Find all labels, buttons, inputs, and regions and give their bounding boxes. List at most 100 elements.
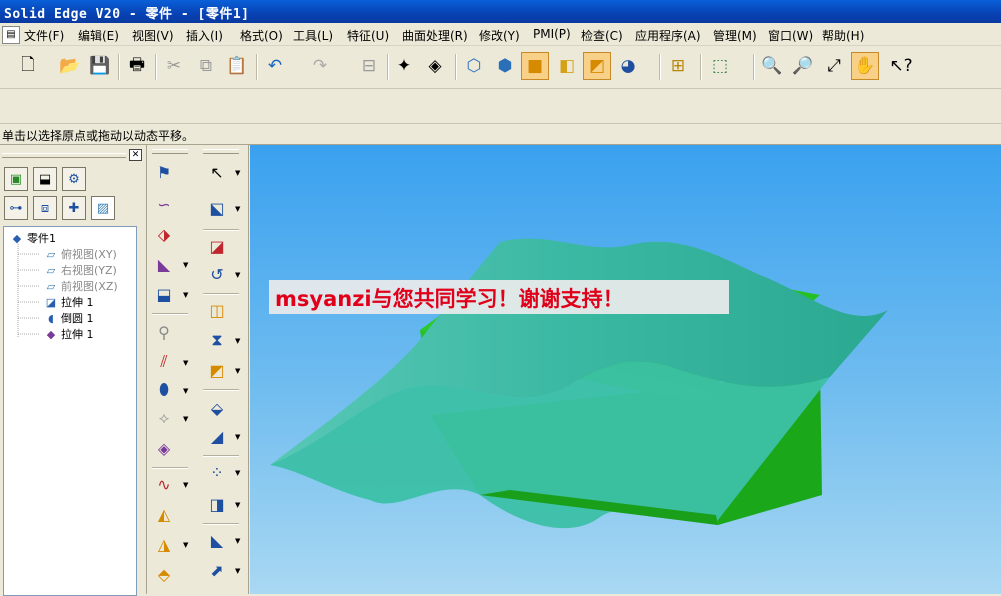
menu-view[interactable]: 视图(V) (132, 27, 174, 44)
replace-face-icon[interactable]: ⬘ (151, 561, 177, 587)
select-icon[interactable]: ↖ (204, 159, 230, 185)
zoom-icon[interactable]: 🔎 (789, 52, 817, 80)
sensors-icon[interactable]: ✚ (62, 196, 86, 220)
dropdown-arrow[interactable]: ▼ (183, 415, 188, 423)
menu-inspect[interactable]: 检查(C) (581, 27, 623, 44)
dropdown-arrow[interactable]: ▼ (235, 337, 240, 345)
whats-this-icon[interactable]: ↖? (887, 52, 915, 80)
menu-applications[interactable]: 应用程序(A) (635, 27, 701, 44)
sketch-view-icon[interactable]: ⊞ (664, 52, 692, 80)
dropdown-arrow[interactable]: ▼ (183, 261, 188, 269)
bluesurf-icon[interactable]: ⚑ (151, 159, 177, 185)
menu-help[interactable]: 帮助(H) (822, 27, 864, 44)
insert-object-icon[interactable]: ⊟ (355, 52, 383, 80)
intersection-icon[interactable]: ⫽ (151, 349, 177, 375)
feature-library-icon[interactable]: ▣ (4, 167, 28, 191)
new-icon[interactable]: 🗋 (14, 52, 42, 80)
menu-edit[interactable]: 编辑(E) (78, 27, 119, 44)
stitch-surface-icon[interactable]: ◈ (151, 435, 177, 461)
menu-features[interactable]: 特征(U) (347, 27, 389, 44)
coordinate-system-icon[interactable]: ⬈ (204, 557, 230, 583)
dropdown-arrow[interactable]: ▼ (183, 387, 188, 395)
copy-icon[interactable]: ⧉ (192, 52, 220, 80)
sketch-icon[interactable]: ⬕ (204, 195, 230, 221)
thread-icon[interactable]: ⧗ (204, 327, 230, 353)
swept-surface-icon[interactable]: ∽ (151, 191, 177, 217)
round-tool-icon[interactable]: ◢ (204, 423, 230, 449)
toolbar-separator (152, 313, 188, 315)
protrusion-icon[interactable]: ◪ (204, 233, 230, 259)
shaded-visible-edges-icon[interactable]: ◩ (583, 52, 611, 80)
dropdown-arrow[interactable]: ▼ (235, 567, 240, 575)
menu-surfacing[interactable]: 曲面处理(R) (402, 27, 468, 44)
dropdown-arrow[interactable]: ▼ (183, 291, 188, 299)
cut-icon[interactable]: ✂ (160, 52, 188, 80)
trim-surface-icon[interactable]: ◮ (151, 531, 177, 557)
reference-plane-icon[interactable]: ◣ (204, 527, 230, 553)
redo-icon[interactable]: ↷ (306, 52, 334, 80)
dropdown-arrow[interactable]: ▼ (183, 541, 188, 549)
menu-modify[interactable]: 修改(Y) (479, 27, 520, 44)
wireframe-icon[interactable]: ⬡ (460, 52, 488, 80)
revolved-protrusion-icon[interactable]: ↺ (204, 261, 230, 287)
offset-surface-icon[interactable]: ⬓ (151, 281, 177, 307)
light-icon[interactable]: ✦ (390, 52, 418, 80)
pattern-icon[interactable]: ⁘ (204, 459, 230, 485)
dropdown-arrow[interactable]: ▼ (183, 359, 188, 367)
project-curve-icon[interactable]: ⬮ (151, 377, 177, 403)
extruded-surface-icon[interactable]: ◣ (151, 251, 177, 277)
slot-icon[interactable]: ◩ (204, 357, 230, 383)
zoom-area-icon[interactable]: 🔍 (758, 52, 786, 80)
menu-insert[interactable]: 插入(I) (186, 27, 223, 44)
hole-icon[interactable]: ◫ (204, 297, 230, 323)
open-icon[interactable]: 📂 (56, 52, 84, 80)
close-icon[interactable]: ✕ (129, 149, 142, 161)
toolbar-grip[interactable] (203, 149, 239, 154)
graphics-viewport[interactable] (250, 145, 1001, 594)
menu-pmi[interactable]: PMI(P) (533, 27, 571, 41)
paste-icon[interactable]: 📋 (223, 52, 251, 80)
dropdown-arrow[interactable]: ▼ (183, 481, 188, 489)
dropdown-arrow[interactable]: ▼ (235, 271, 240, 279)
menu-bar: ▤ 文件(F) 编辑(E) 视图(V) 插入(I) 格式(O) 工具(L) 特征… (0, 23, 1001, 46)
dropdown-arrow[interactable]: ▼ (235, 469, 240, 477)
shaded-edges-icon[interactable]: ◧ (553, 52, 581, 80)
fit-box-icon[interactable]: ⬚ (706, 52, 734, 80)
shaded-icon[interactable]: ■ (521, 52, 549, 80)
dropdown-arrow[interactable]: ▼ (235, 501, 240, 509)
blend-icon[interactable]: ◭ (151, 501, 177, 527)
point-icon[interactable]: ⚲ (151, 319, 177, 345)
print-icon[interactable]: 🖶 (123, 52, 151, 80)
dropdown-arrow[interactable]: ▼ (235, 169, 240, 177)
pane-grip[interactable] (2, 153, 126, 158)
thin-wall-icon[interactable]: ⬙ (204, 395, 230, 421)
menu-file[interactable]: 文件(F) (24, 27, 64, 44)
menu-manage[interactable]: 管理(M) (713, 27, 757, 44)
dropdown-arrow[interactable]: ▼ (235, 367, 240, 375)
curve-icon[interactable]: ∿ (151, 471, 177, 497)
visible-edges-icon[interactable]: ⬢ (491, 52, 519, 80)
dropdown-arrow[interactable]: ▼ (235, 205, 240, 213)
mirror-icon[interactable]: ◨ (204, 491, 230, 517)
menu-window[interactable]: 窗口(W) (768, 27, 813, 44)
pan-icon[interactable]: ✋ (851, 52, 879, 80)
menu-format[interactable]: 格式(O) (240, 27, 283, 44)
fit-icon[interactable]: ⤢ (820, 52, 848, 80)
derived-curve-icon[interactable]: ⟡ (151, 405, 177, 431)
layers-icon[interactable]: ⬓ (33, 167, 57, 191)
feature-pathfinder-icon[interactable]: ▨ (91, 196, 115, 220)
secondary-toolbar-band (0, 89, 1001, 124)
pathfinder-icon[interactable]: ⊶ (4, 196, 28, 220)
save-icon[interactable]: 💾 (86, 52, 114, 80)
menu-tools[interactable]: 工具(L) (293, 27, 333, 44)
dropdown-arrow[interactable]: ▼ (235, 433, 240, 441)
family-icon[interactable]: ⧈ (33, 196, 57, 220)
parts-library-icon[interactable]: ⚙ (62, 167, 86, 191)
bounded-surface-icon[interactable]: ⬗ (151, 221, 177, 247)
undo-icon[interactable]: ↶ (261, 52, 289, 80)
view-style-icon[interactable]: ◕ (614, 52, 642, 80)
document-icon[interactable]: ▤ (2, 26, 20, 44)
render-icon[interactable]: ◈ (421, 52, 449, 80)
dropdown-arrow[interactable]: ▼ (235, 537, 240, 545)
toolbar-grip[interactable] (152, 149, 188, 154)
